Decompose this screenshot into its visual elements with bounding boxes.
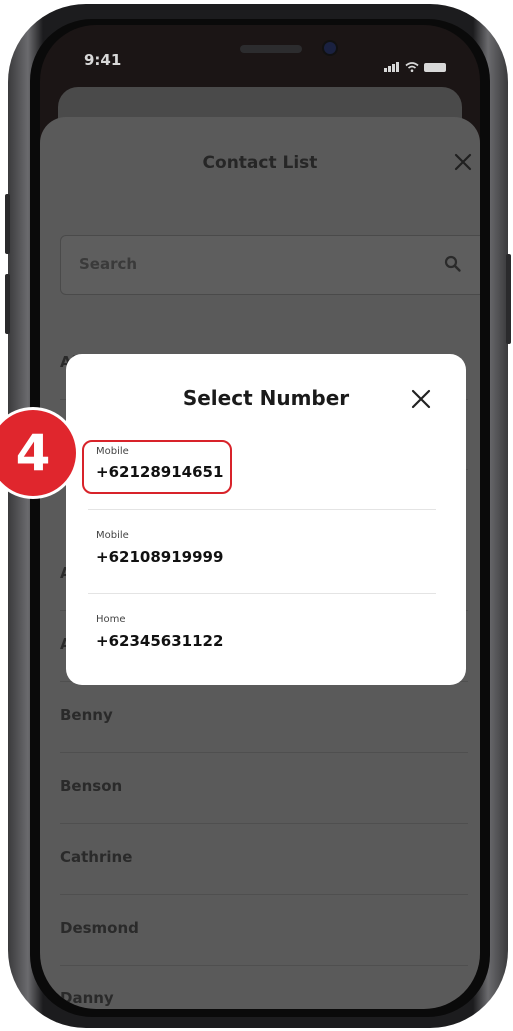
contact-name: Cathrine <box>60 848 133 866</box>
contact-item[interactable]: Cathrine <box>60 824 468 895</box>
divider <box>88 509 436 510</box>
wifi-icon <box>405 62 419 72</box>
search-icon[interactable] <box>443 254 463 274</box>
modal-title: Select Number <box>182 386 350 410</box>
contact-item[interactable]: Danny <box>60 965 468 1009</box>
power-button <box>506 254 511 344</box>
status-time: 9:41 <box>84 51 122 69</box>
status-bar: 9:41 <box>40 25 480 87</box>
phone-number-option[interactable]: Home +62345631122 <box>94 614 436 660</box>
number-type-label: Mobile <box>96 530 129 541</box>
phone-number: +62108919999 <box>96 548 224 566</box>
volume-button <box>5 194 10 254</box>
number-type-label: Home <box>96 614 126 625</box>
battery-icon <box>424 63 446 72</box>
phone-number-option[interactable]: Mobile +62128914651 <box>94 446 436 492</box>
phone-number: +62345631122 <box>96 632 224 650</box>
contact-name: Desmond <box>60 919 139 937</box>
signal-icon <box>384 53 400 72</box>
contact-item[interactable]: Benson <box>60 753 468 824</box>
number-type-label: Mobile <box>96 446 129 457</box>
contact-item[interactable]: Desmond <box>60 895 468 966</box>
contact-item[interactable]: Benny <box>60 682 468 753</box>
divider <box>88 593 436 594</box>
search-input[interactable]: Search <box>60 235 480 295</box>
search-placeholder: Search <box>79 255 138 273</box>
phone-number-option[interactable]: Mobile +62108919999 <box>94 530 436 576</box>
select-number-modal: Select Number Mobile +62128914651 Mobile… <box>66 354 466 685</box>
contact-list-title: Contact List <box>202 153 318 173</box>
volume-button <box>5 274 10 334</box>
contact-name: Benny <box>60 706 113 724</box>
speaker-pill <box>240 45 302 53</box>
close-icon[interactable] <box>452 151 474 173</box>
front-camera <box>324 42 336 54</box>
phone-number: +62128914651 <box>96 463 224 481</box>
contact-name: Danny <box>60 989 114 1007</box>
close-icon[interactable] <box>410 388 432 410</box>
status-icons <box>384 53 446 72</box>
contact-name: Benson <box>60 777 123 795</box>
